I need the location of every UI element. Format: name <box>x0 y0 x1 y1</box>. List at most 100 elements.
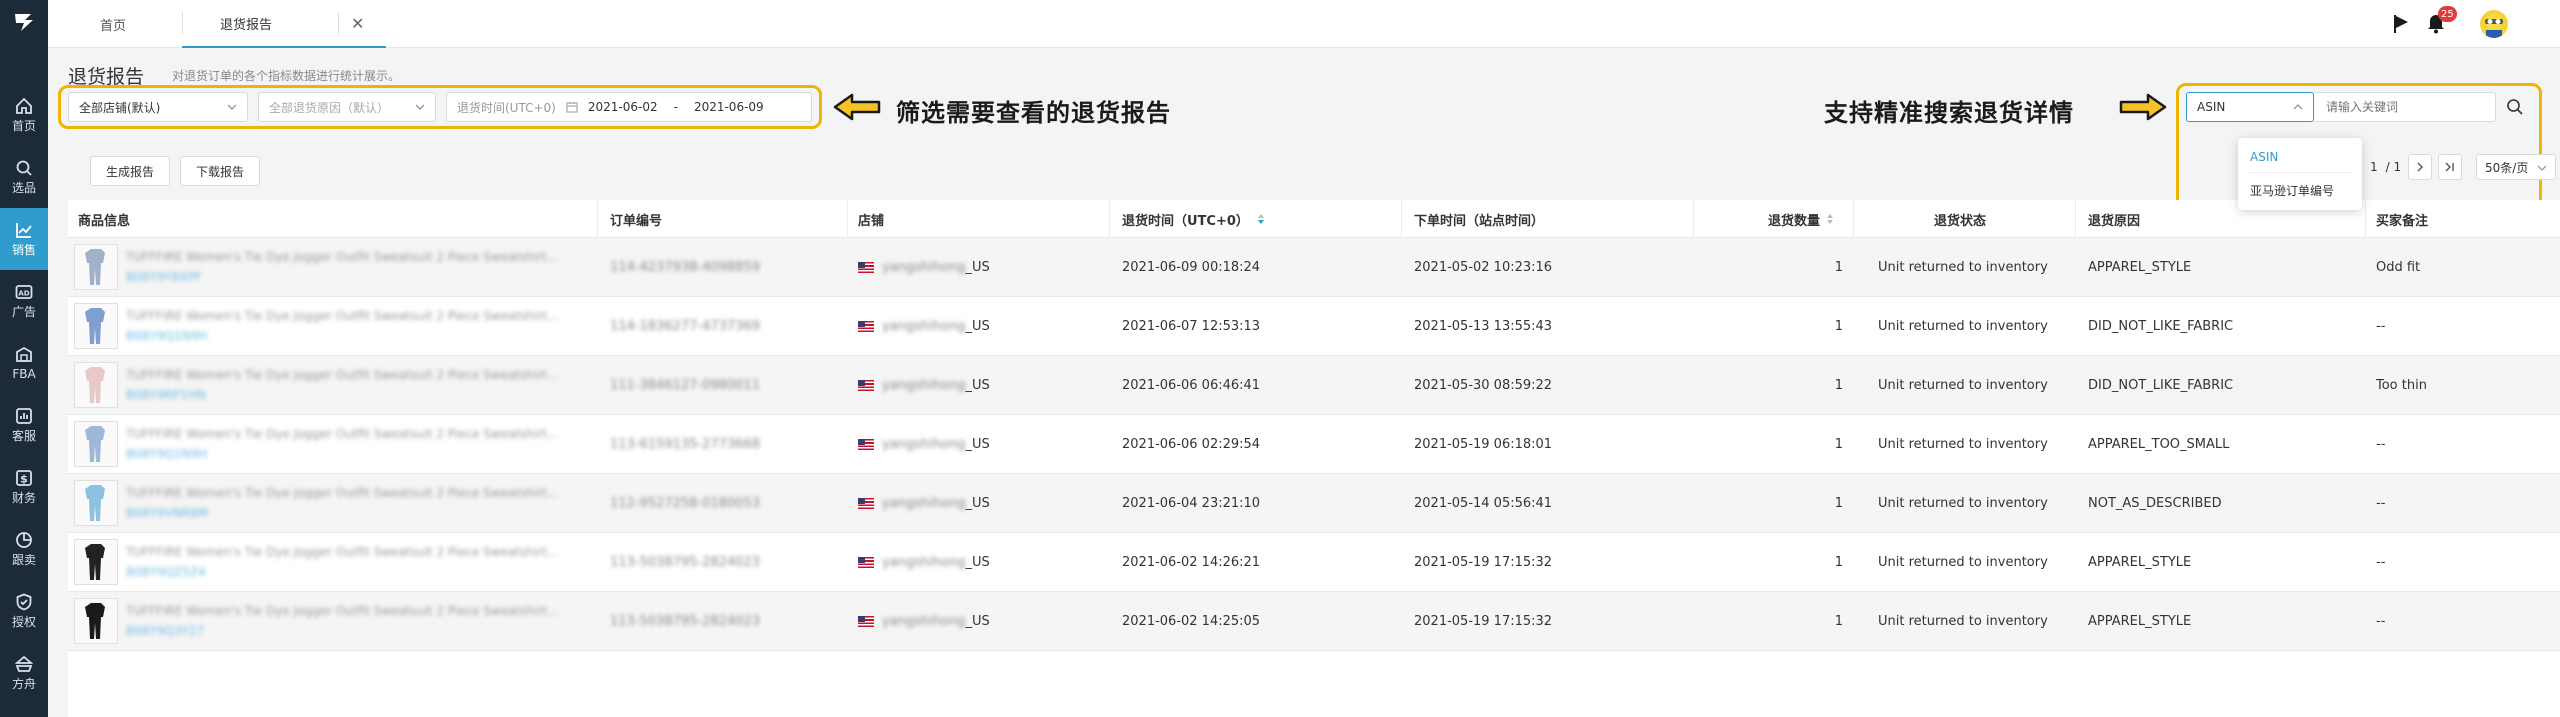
table-row[interactable]: TUFFFIRE Women's Tie Dye Jogger Outfit S… <box>68 297 2560 356</box>
product-name: TUFFFIRE Women's Tie Dye Jogger Outfit S… <box>126 545 559 559</box>
order-id[interactable]: 113-6159135-2773668 <box>610 415 760 473</box>
product-asin-link[interactable]: B08Y9Q1N9H <box>126 447 207 461</box>
sidebar-item-fba[interactable]: FBA <box>0 332 48 394</box>
return-reason: APPAREL_TOO_SMALL <box>2088 436 2230 452</box>
flag-icon[interactable] <box>2392 14 2410 38</box>
product-asin-link[interactable]: B08Y9Y8XPF <box>126 270 202 284</box>
avatar[interactable] <box>2480 10 2508 38</box>
last-page-button[interactable] <box>2438 154 2462 180</box>
table-row[interactable]: TUFFFIRE Women's Tie Dye Jogger Outfit S… <box>68 356 2560 415</box>
product-asin-link[interactable]: B08Y9VNR8M <box>126 506 208 520</box>
sidebar-item-service[interactable]: 客服 <box>0 394 48 456</box>
product-thumbnail[interactable] <box>74 421 118 467</box>
order-id[interactable]: 113-5038795-2824023 <box>610 533 760 591</box>
tab-home[interactable]: 首页 <box>100 0 126 48</box>
page-size-select[interactable]: 50条/页 <box>2476 154 2556 180</box>
sort-icon <box>1827 214 1834 224</box>
buyer-comment: -- <box>2376 318 2386 334</box>
order-time: 2021-05-14 05:56:41 <box>1414 495 1553 511</box>
bell-icon[interactable]: 25 <box>2426 6 2457 38</box>
chevron-down-icon <box>2537 165 2547 171</box>
column-header-reason: 退货原因 <box>2088 213 2141 229</box>
return-time-header-label: 退货时间（UTC+0） <box>1122 213 1249 229</box>
download-report-button[interactable]: 下载报告 <box>180 156 260 186</box>
buyer-comment: -- <box>2376 613 2386 629</box>
app-logo-icon[interactable] <box>0 0 48 44</box>
return-status: Unit returned to inventory <box>1878 495 2048 511</box>
store-cell: yangshihong _US <box>858 592 990 650</box>
sidebar-item-sales[interactable]: 销售 <box>0 208 48 270</box>
return-status: Unit returned to inventory <box>1878 259 2048 275</box>
sidebar-item-ads[interactable]: AD 广告 <box>0 270 48 332</box>
return-time: 2021-06-09 00:18:24 <box>1122 259 1261 275</box>
product-thumbnail[interactable] <box>74 303 118 349</box>
return-time: 2021-06-04 23:21:10 <box>1122 495 1261 511</box>
product-thumbnail[interactable] <box>74 598 118 644</box>
svg-text:$: $ <box>20 473 28 486</box>
product-asin-link[interactable]: B08Y9QZ5Z4 <box>126 565 206 579</box>
sidebar-item-label: FBA <box>12 367 36 381</box>
sidebar-item-home[interactable]: 首页 <box>0 84 48 146</box>
product-thumbnail[interactable] <box>74 362 118 408</box>
return-time: 2021-06-06 06:46:41 <box>1122 377 1261 393</box>
sidebar-item-follow[interactable]: 跟卖 <box>0 518 48 580</box>
return-quantity: 1 <box>1834 613 1843 629</box>
filter-highlight-frame <box>58 85 822 129</box>
store-suffix: _US <box>965 436 990 452</box>
column-header-return-time[interactable]: 退货时间（UTC+0） <box>1122 200 1265 238</box>
sidebar-item-auth[interactable]: 授权 <box>0 580 48 642</box>
sidebar-item-ark[interactable]: 方舟 <box>0 642 48 704</box>
product-thumbnail[interactable] <box>74 244 118 290</box>
table-row[interactable]: TUFFFIRE Women's Tie Dye Jogger Outfit S… <box>68 474 2560 533</box>
table-row[interactable]: TUFFFIRE Women's Tie Dye Jogger Outfit S… <box>68 415 2560 474</box>
shield-check-icon <box>15 593 33 611</box>
us-flag-icon <box>858 497 874 509</box>
product-name: TUFFFIRE Women's Tie Dye Jogger Outfit S… <box>126 427 559 441</box>
column-header-quantity[interactable]: 退货数量 <box>1768 200 1834 238</box>
sidebar-item-finance[interactable]: $ 财务 <box>0 456 48 518</box>
column-divider <box>597 200 598 238</box>
close-icon[interactable]: ✕ <box>351 14 364 33</box>
table-row[interactable]: TUFFFIRE Women's Tie Dye Jogger Outfit S… <box>68 238 2560 297</box>
store-name: yangshihong <box>882 436 966 452</box>
sidebar-item-selection[interactable]: 选品 <box>0 146 48 208</box>
generate-report-button[interactable]: 生成报告 <box>90 156 170 186</box>
product-asin-link[interactable]: B08Y9Q1N9H <box>126 329 207 343</box>
sidebar-item-label: 方舟 <box>11 677 36 691</box>
product-name: TUFFFIRE Women's Tie Dye Jogger Outfit S… <box>126 250 559 264</box>
sort-icon <box>1257 214 1264 224</box>
return-report-table: 商品信息 订单编号 店铺 退货时间（UTC+0） 下单时间（站点时间） 退货数量… <box>68 200 2560 717</box>
table-row[interactable]: TUFFFIRE Women's Tie Dye Jogger Outfit S… <box>68 592 2560 651</box>
quantity-header-label: 退货数量 <box>1768 213 1821 229</box>
store-suffix: _US <box>965 554 990 570</box>
order-id[interactable]: 114-4237938-4098859 <box>610 238 760 296</box>
order-id[interactable]: 113-5038795-2824023 <box>610 592 760 650</box>
order-id[interactable]: 114-1836277-4737369 <box>610 297 760 355</box>
product-thumbnail[interactable] <box>74 539 118 585</box>
table-row[interactable]: TUFFFIRE Women's Tie Dye Jogger Outfit S… <box>68 533 2560 592</box>
follow-icon <box>15 531 33 549</box>
product-asin-link[interactable]: B08Y9RP1HN <box>126 388 206 402</box>
column-divider <box>1401 200 1402 238</box>
total-pages: / 1 <box>2385 160 2402 174</box>
store-cell: yangshihong _US <box>858 474 990 532</box>
current-page[interactable]: 1 <box>2370 160 2378 174</box>
dropdown-option-order-id[interactable]: 亚马逊订单编号 <box>2250 182 2334 199</box>
us-flag-icon <box>858 615 874 627</box>
column-divider <box>1853 200 1854 238</box>
dropdown-option-asin[interactable]: ASIN <box>2250 150 2278 164</box>
next-page-button[interactable] <box>2408 154 2432 180</box>
column-divider <box>1693 200 1694 238</box>
column-header-order-time: 下单时间（站点时间） <box>1414 213 1545 229</box>
product-image-icon <box>85 603 105 639</box>
product-thumbnail[interactable] <box>74 480 118 526</box>
order-id[interactable]: 112-9527258-0180053 <box>610 474 760 532</box>
store-name: yangshihong <box>882 554 966 570</box>
store-name: yangshihong <box>882 318 966 334</box>
return-quantity: 1 <box>1834 318 1843 334</box>
order-id[interactable]: 111-3846127-0980011 <box>610 356 760 414</box>
product-asin-link[interactable]: B08Y9Q3Y27 <box>126 624 204 638</box>
dropdown-divider <box>2248 172 2352 173</box>
sidebar-item-label: 广告 <box>11 305 36 319</box>
generate-report-label: 生成报告 <box>105 164 154 179</box>
